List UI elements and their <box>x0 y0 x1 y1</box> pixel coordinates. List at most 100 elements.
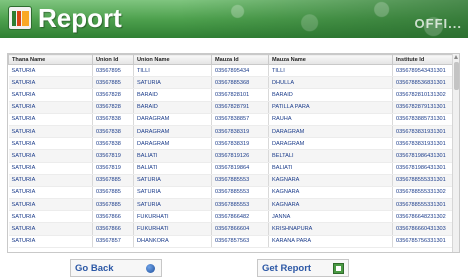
table-cell: 03567828 <box>92 88 134 102</box>
table-cell: SATURIA <box>8 186 93 200</box>
table-cell: 03567819126 <box>211 149 269 163</box>
banner-text: OFFI... <box>414 16 462 31</box>
table-cell: 03567828101 <box>211 88 269 102</box>
table-cell: 03567819 <box>92 162 134 175</box>
table-cell: 03567828791 <box>211 101 269 114</box>
table-cell: 03567838 <box>92 125 134 139</box>
table-cell: SATURIA <box>133 174 212 187</box>
table-cell: KRISHNAPURA <box>268 222 393 236</box>
table-cell: 0356788555331301 <box>392 198 455 212</box>
scroll-up-arrow-icon[interactable] <box>454 55 458 59</box>
table-cell: 0356782879131301 <box>392 101 455 114</box>
table-cell: SATURIA <box>8 113 93 126</box>
table-cell: 0356788555331301 <box>392 174 455 187</box>
get-report-label: Get Report <box>262 262 312 274</box>
table-scrollbar[interactable] <box>452 54 459 252</box>
column-header[interactable]: Thana Name <box>8 54 93 65</box>
table-cell: TILLI <box>133 64 212 78</box>
table-cell: 0356783885731301 <box>392 113 455 126</box>
table-cell: BARAID <box>133 88 212 102</box>
table-cell: 03567885368 <box>211 76 269 90</box>
table-cell: 03567838319 <box>211 137 269 151</box>
table-cell: 03567885 <box>92 174 134 187</box>
globe-icon <box>146 264 155 273</box>
table-cell: 03567866 <box>92 210 134 224</box>
table-row[interactable]: SATURIA 03567828 BARAID 03567828101 BARAID 03… <box>8 88 455 102</box>
scrollbar-thumb[interactable] <box>454 62 459 90</box>
table-row[interactable]: SATURIA 03567838 DARAGRAM 03567838319 DARAGR… <box>8 137 455 151</box>
table-row[interactable]: SATURIA 03567838 DARAGRAM 03567838857 RAUHA 0… <box>8 113 455 126</box>
table-cell: 0356786648231302 <box>392 210 455 224</box>
table-cell: BELTALI <box>268 149 393 163</box>
table-row[interactable]: SATURIA 03567885 SATURIA 03567885553 KAGNARA… <box>8 198 455 212</box>
table-cell: SATURIA <box>8 64 93 78</box>
go-back-button[interactable]: Go Back <box>70 259 162 277</box>
table-cell: 03567866 <box>92 222 134 236</box>
table-cell: 0356781986431301 <box>392 149 455 163</box>
table-cell: DARAGRAM <box>133 137 212 151</box>
table-cell: 03567857563 <box>211 235 269 248</box>
table-cell: 03567885 <box>92 76 134 90</box>
go-back-label: Go Back <box>75 262 114 274</box>
table-cell: 0356783831931301 <box>392 137 455 151</box>
table-row[interactable]: SATURIA 03567838 DARAGRAM 03567838319 DARAGR… <box>8 125 455 139</box>
table-cell: BARAID <box>268 88 393 102</box>
table-cell: SATURIA <box>8 210 93 224</box>
table-cell: SATURIA <box>8 162 93 175</box>
column-header[interactable]: Union Name <box>133 54 212 65</box>
table-cell: 0356786660431303 <box>392 222 455 236</box>
table-row[interactable]: SATURIA 03567857 DHANKORA 03567857563 KARANA… <box>8 235 455 248</box>
table-cell: 03567895 <box>92 64 134 78</box>
table-cell: SATURIA <box>8 125 93 139</box>
header-banner: OFFI... Report <box>0 0 468 38</box>
get-report-button[interactable]: Get Report <box>257 259 349 277</box>
table-cell: SATURIA <box>8 88 93 102</box>
table-cell: 03567895434 <box>211 64 269 78</box>
table-cell: BARAID <box>133 101 212 114</box>
table-row[interactable]: SATURIA 03567895 TILLI 03567895434 TILLI 0356… <box>8 64 455 78</box>
table-cell: BALIATI <box>133 149 212 163</box>
table-row[interactable]: SATURIA 03567885 SATURIA 03567885553 KAGNARA… <box>8 174 455 187</box>
table-cell: SATURIA <box>133 76 212 90</box>
table-row[interactable]: SATURIA 03567828 BARAID 03567828791 PATILLA … <box>8 101 455 114</box>
column-header[interactable]: Mauza Id <box>211 54 269 65</box>
table-cell: DARAGRAM <box>133 113 212 126</box>
table-cell: KAGNARA <box>268 198 393 212</box>
table-cell: BALIATI <box>133 162 212 175</box>
table-row[interactable]: SATURIA 03567866 FUKURHATI 03567866482 JANNA… <box>8 210 455 224</box>
table-cell: RAUHA <box>268 113 393 126</box>
table-cell: 03567838 <box>92 113 134 126</box>
table-row[interactable]: SATURIA 03567819 BALIATI 03567819864 BALIATI… <box>8 162 455 175</box>
page-title: Report <box>38 3 122 33</box>
table-row[interactable]: SATURIA 03567885 SATURIA 03567885368 DHULLA 0… <box>8 76 455 90</box>
table-cell: 03567885553 <box>211 174 269 187</box>
table-cell: 0356788536831301 <box>392 76 455 90</box>
table-cell: SATURIA <box>8 137 93 151</box>
table-header-row: Thana Name Union Id Union Name Mauza Id Mauz… <box>8 54 455 65</box>
table-cell: FUKURHATI <box>133 210 212 224</box>
table-cell: 03567885 <box>92 186 134 200</box>
table-cell: 0356783831931301 <box>392 125 455 139</box>
table-cell: 03567838319 <box>211 125 269 139</box>
report-table: Thana Name Union Id Union Name Mauza Id Mauz… <box>7 53 460 253</box>
table-cell: 03567885 <box>92 198 134 212</box>
table-row[interactable]: SATURIA 03567885 SATURIA 03567885553 KAGNARA… <box>8 186 455 200</box>
table-cell: SATURIA <box>8 76 93 90</box>
table-cell: 03567857 <box>92 235 134 248</box>
table-row[interactable]: SATURIA 03567866 FUKURHATI 03567866604 KRISH… <box>8 222 455 236</box>
excel-icon <box>333 263 344 274</box>
table-cell: 03567866482 <box>211 210 269 224</box>
table-cell: KAGNARA <box>268 186 393 200</box>
table-row[interactable]: SATURIA 03567819 BALIATI 03567819126 BELTALI… <box>8 149 455 163</box>
table-cell: 0356781986431301 <box>392 162 455 175</box>
column-header[interactable]: Union Id <box>92 54 134 65</box>
table-cell: 03567828 <box>92 101 134 114</box>
table-cell: SATURIA <box>8 101 93 114</box>
column-header[interactable]: Institute Id <box>392 54 455 65</box>
table-cell: 0356788555331302 <box>392 186 455 200</box>
table-cell: KARANA PARA <box>268 235 393 248</box>
table-cell: SATURIA <box>8 198 93 212</box>
column-header[interactable]: Mauza Name <box>268 54 393 65</box>
table-cell: 0356782810131302 <box>392 88 455 102</box>
table-cell: 03567819 <box>92 149 134 163</box>
